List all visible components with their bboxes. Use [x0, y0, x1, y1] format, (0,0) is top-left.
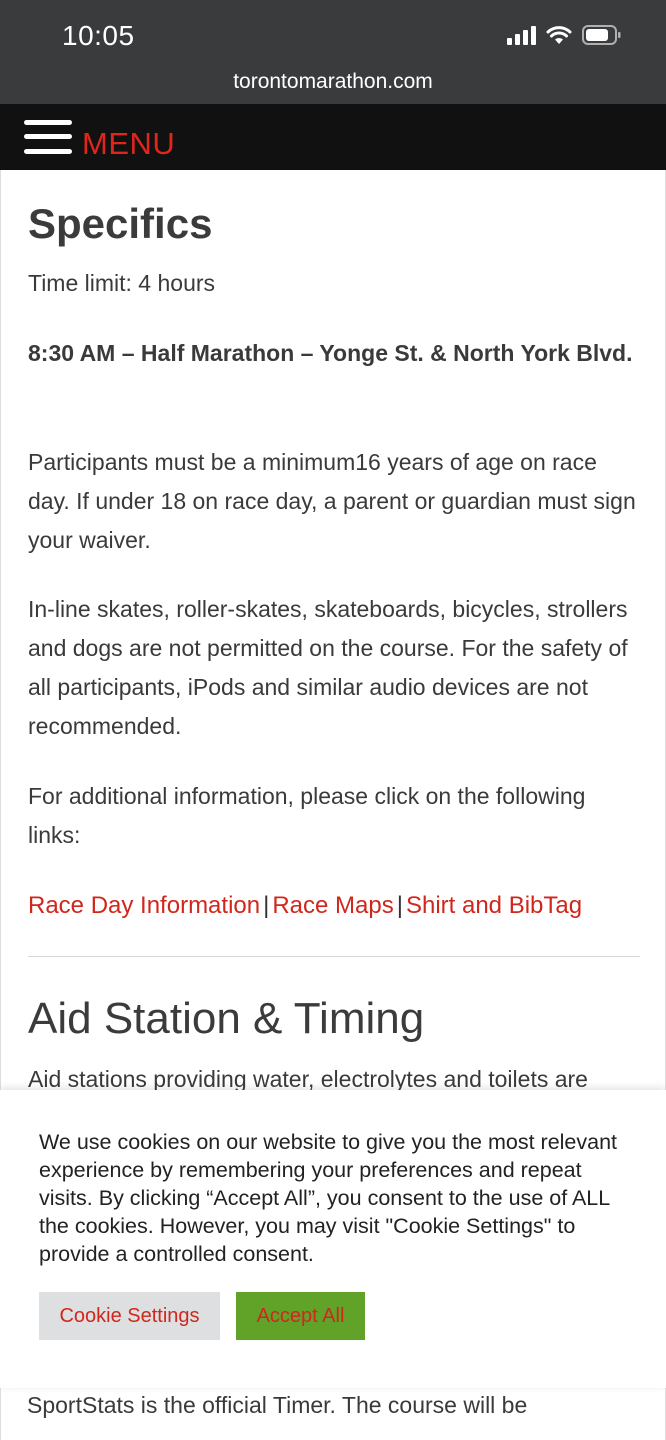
link-race-maps[interactable]: Race Maps [272, 892, 393, 919]
cookie-banner-text: We use cookies on our website to give yo… [39, 1130, 618, 1266]
accept-all-button[interactable]: Accept All [236, 1292, 365, 1340]
signal-icon [507, 25, 536, 45]
link-separator: | [263, 892, 270, 919]
aid-station-heading: Aid Station & Timing [28, 994, 425, 1043]
time-limit-text: Time limit: 4 hours [28, 270, 216, 296]
cookie-banner: We use cookies on our website to give yo… [0, 1090, 666, 1388]
info-links: Race Day Information | Race Maps | Shirt and… [28, 886, 582, 925]
hamburger-icon[interactable] [24, 118, 72, 158]
timer-text: SportStats is the official Timer. The co… [27, 1392, 528, 1418]
clock: 10:05 [62, 20, 135, 51]
link-race-day-information[interactable]: Race Day Information [28, 892, 260, 919]
battery-icon [582, 25, 621, 45]
site-menu-bar: MENU [0, 104, 666, 170]
start-info-text: 8:30 AM – Half Marathon – Yonge St. & No… [28, 340, 633, 366]
more-info-text: For additional information, please click… [28, 783, 586, 848]
specifics-heading: Specifics [28, 200, 213, 247]
link-separator: | [396, 892, 403, 919]
link-shirt-and-bibtag[interactable]: Shirt and BibTag [406, 892, 582, 919]
age-rule-text: Participants must be a minimum16 years o… [28, 449, 636, 553]
section-divider [28, 956, 640, 957]
address-bar-url[interactable]: torontomarathon.com [0, 70, 666, 94]
system-icons [507, 24, 622, 46]
wifi-icon [546, 26, 572, 44]
equipment-rule-text: In-line skates, roller-skates, skateboar… [28, 596, 628, 739]
cookie-settings-button[interactable]: Cookie Settings [39, 1292, 220, 1340]
browser-status-bar: 10:05 torontomarathon.com [0, 0, 666, 104]
menu-button[interactable]: MENU [82, 126, 175, 162]
